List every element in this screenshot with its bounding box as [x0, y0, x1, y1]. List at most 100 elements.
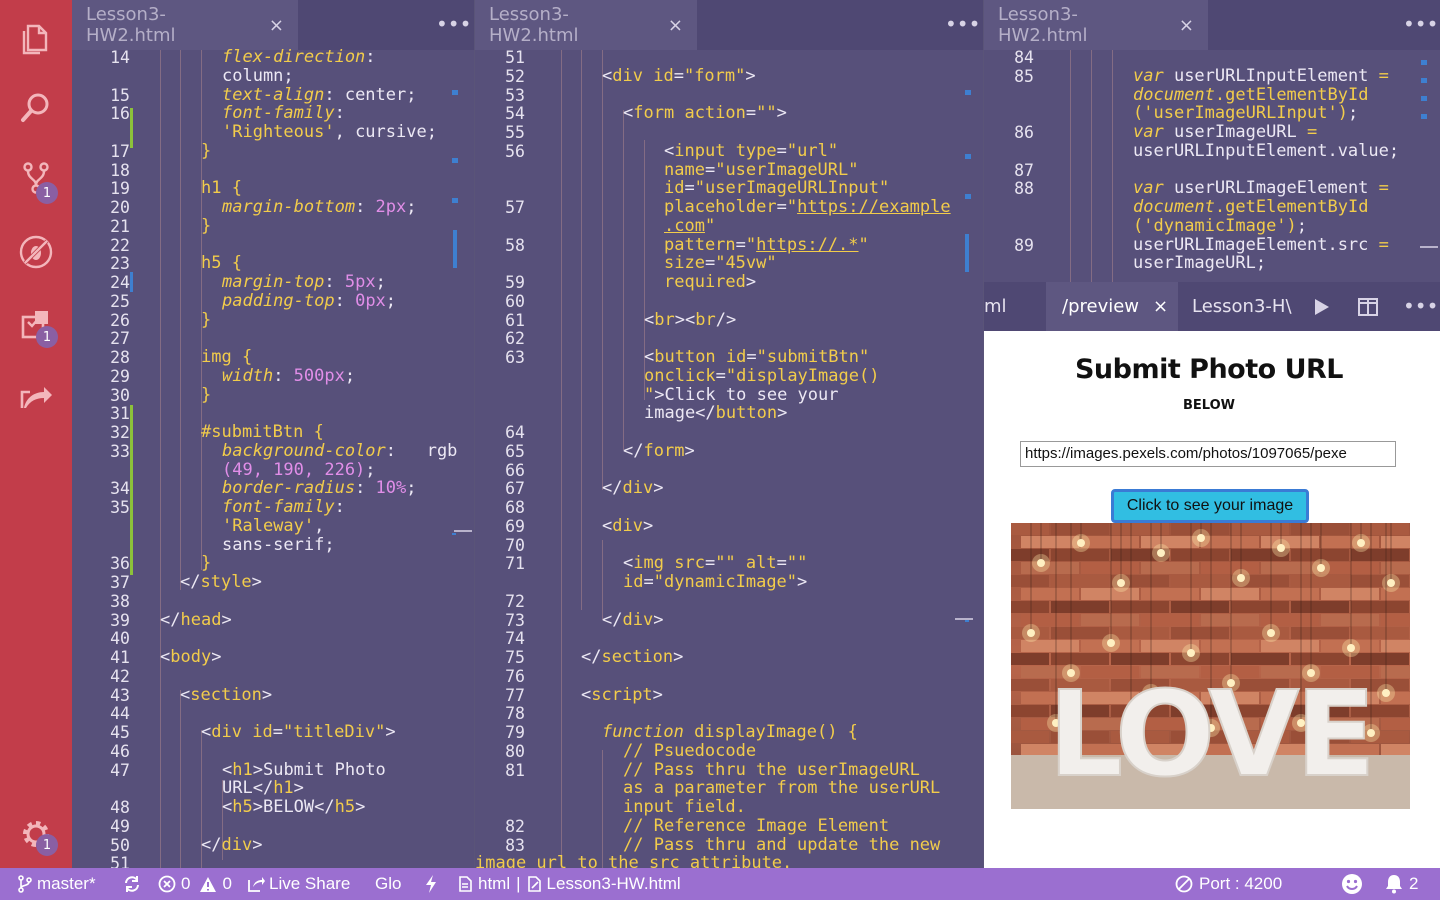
code-token: // Reference Image Element: [623, 815, 890, 836]
code-token: , cursive;: [334, 122, 437, 142]
lightning-icon[interactable]: [424, 868, 438, 900]
close-tab-icon[interactable]: ×: [269, 15, 284, 36]
line-number: 84: [1014, 48, 1034, 67]
code-line: </div>: [602, 610, 663, 630]
code-token: 'userImageURLInput': [1143, 103, 1338, 124]
search-icon[interactable]: [14, 86, 58, 130]
scrollbar-thumb[interactable]: [454, 530, 472, 532]
line-number: 44: [110, 704, 130, 724]
code-token: margin-bottom: [222, 197, 356, 217]
code-editor[interactable]: 14 flex-direction: column; 15 text-align: ce…: [72, 47, 474, 868]
more-actions-icon[interactable]: •••: [945, 12, 980, 36]
scrollbar-marker: [452, 158, 458, 163]
wood-plank: [1011, 705, 1049, 717]
code-token: =: [1378, 234, 1389, 255]
code-line: text-align: center;: [222, 85, 416, 105]
tab-lesson3-hw[interactable]: Lesson3-H\: [1192, 282, 1302, 331]
code-line: h5 {: [201, 254, 242, 273]
code-token: :: [365, 47, 376, 67]
problems-indicator[interactable]: 0 0: [158, 868, 232, 900]
glo-button[interactable]: Glo: [375, 868, 401, 900]
sync-icon[interactable]: [122, 868, 142, 900]
wood-plank: [1231, 653, 1289, 665]
explorer-icon[interactable]: [14, 16, 58, 60]
debug-icon[interactable]: [14, 230, 58, 274]
code-token: "45vw": [715, 253, 777, 274]
code-token: ,: [314, 515, 325, 536]
code-token: getElementById: [1225, 84, 1369, 105]
extensions-badge: 1: [36, 326, 58, 348]
line-number: 17: [110, 141, 130, 161]
code-token: :: [334, 103, 345, 124]
line-number: 80: [505, 741, 525, 761]
scrollbar-marker: [965, 234, 969, 272]
wood-plank: [1081, 614, 1139, 626]
code-line: font-family:: [222, 104, 345, 123]
code-line: <body>: [160, 648, 221, 667]
code-line: <h5>BELOW</h5>: [222, 798, 365, 817]
scrollbar-marker: [1421, 60, 1427, 65]
activity-bar: 1 1 1: [0, 0, 72, 868]
tab-lesson3-hw2-html[interactable]: Lesson3-HW2.html ×: [984, 0, 1208, 50]
submit-button[interactable]: Click to see your image: [1111, 489, 1309, 523]
tab-preview[interactable]: /preview ×: [1046, 282, 1178, 331]
code-token: />: [715, 309, 737, 330]
branch-indicator[interactable]: master*: [18, 868, 96, 900]
page-heading: Submit Photo URL: [1074, 354, 1344, 385]
wood-plank: [1171, 627, 1229, 639]
code-token: }: [201, 384, 212, 405]
tab-lesson3-hw2-html[interactable]: Lesson3-HW2.html ×: [72, 0, 298, 50]
run-icon[interactable]: [1310, 296, 1332, 318]
scrollbar-marker: [965, 194, 971, 199]
close-tab-icon[interactable]: ×: [1179, 15, 1194, 36]
code-token: section: [601, 647, 674, 667]
tab-lesson3-hw2-html[interactable]: Lesson3-HW2.html ×: [475, 0, 697, 50]
wood-plank: [1111, 601, 1169, 613]
scrollbar-thumb[interactable]: [955, 618, 973, 620]
port-indicator[interactable]: Port : 4200: [1175, 868, 1282, 900]
code-token: <: [664, 140, 675, 161]
live-share-button[interactable]: Live Share: [247, 868, 350, 900]
language-indicator[interactable]: html | Lesson3-HW.html: [458, 868, 681, 900]
code-line: <script>: [581, 685, 663, 705]
wood-plank: [1231, 601, 1289, 613]
code-token: 500px: [293, 365, 345, 386]
more-actions-icon[interactable]: •••: [436, 12, 471, 36]
love-letters: LOVE: [1048, 665, 1372, 803]
tab-html-truncated[interactable]: ml: [984, 282, 1046, 331]
line-number: 79: [505, 723, 525, 742]
code-token: =: [746, 347, 757, 367]
tab-bar: Lesson3-HW2.html × •••: [475, 0, 983, 50]
code-token: >: [261, 684, 273, 705]
code-token: >: [385, 722, 396, 742]
code-line: margin-top: 5px;: [222, 273, 386, 292]
url-input[interactable]: https://images.pexels.com/photos/1097065…: [1020, 441, 1396, 467]
code-line: name="userImageURL": [664, 160, 859, 180]
split-editor-icon[interactable]: [1357, 296, 1379, 318]
scrollbar-marker: [965, 154, 971, 159]
separator: |: [516, 874, 521, 893]
scrollbar-thumb[interactable]: [1420, 246, 1438, 248]
close-tab-icon[interactable]: ×: [1153, 296, 1168, 317]
more-actions-icon[interactable]: •••: [1403, 12, 1438, 36]
git-gutter-marker: [130, 108, 133, 148]
code-line: (49, 190, 226);: [222, 460, 376, 480]
code-token: =: [673, 65, 684, 86]
close-tab-icon[interactable]: ×: [668, 15, 683, 36]
line-number: 28: [110, 348, 130, 367]
feedback-smiley-icon[interactable]: [1341, 868, 1363, 900]
code-token: // Psuedocode: [623, 740, 757, 761]
line-number: 41: [110, 648, 130, 667]
live-share-icon[interactable]: [14, 374, 58, 418]
more-actions-icon[interactable]: •••: [1403, 294, 1438, 318]
wood-plank: [1201, 640, 1259, 652]
code-editor[interactable]: 51 52 <div id="form"> 53 54 <form action=""> 5…: [475, 48, 983, 868]
notifications-indicator[interactable]: 2: [1385, 868, 1418, 900]
code-token: 'Righteous': [222, 122, 335, 142]
code-token: img: [633, 553, 664, 574]
code-line: 'Raleway',: [222, 515, 325, 536]
code-line: </form>: [623, 441, 695, 461]
code-editor[interactable]: 84 85 var userURLInputElement = document.ge…: [984, 48, 1440, 282]
indent-guide: [1070, 50, 1071, 282]
